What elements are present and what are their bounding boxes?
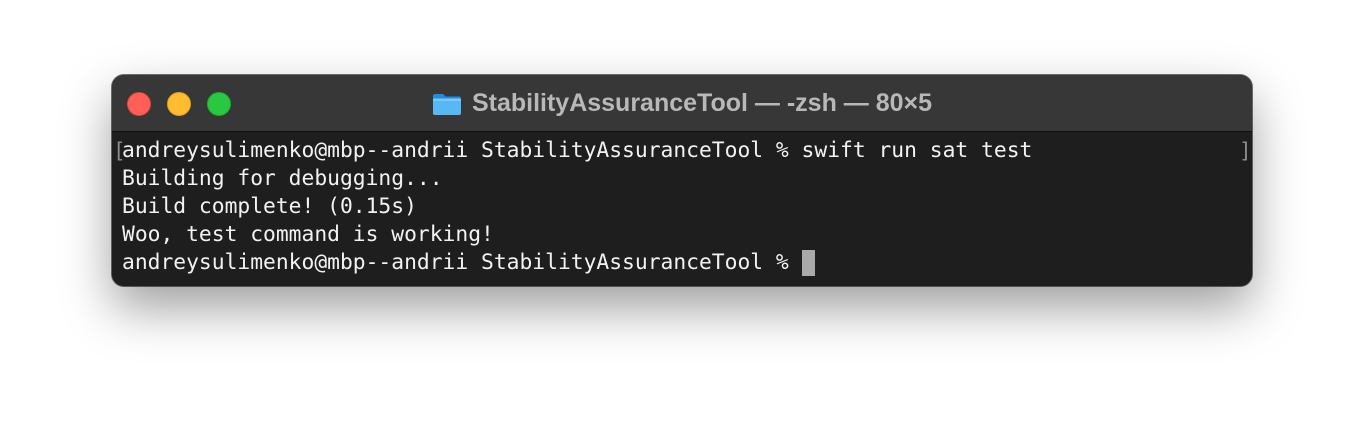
prompt-text: andreysulimenko@mbp--andrii StabilityAss… bbox=[122, 250, 802, 275]
text-cursor bbox=[801, 250, 815, 276]
terminal-output[interactable]: [ ] andreysulimenko@mbp--andrii Stabilit… bbox=[112, 132, 1252, 286]
terminal-window: StabilityAssuranceTool — -zsh — 80×5 [ ]… bbox=[112, 75, 1252, 286]
window-title: StabilityAssuranceTool — -zsh — 80×5 bbox=[471, 89, 933, 117]
desktop-background: StabilityAssuranceTool — -zsh — 80×5 [ ]… bbox=[0, 0, 1364, 434]
folder-icon bbox=[432, 93, 461, 115]
terminal-line: Building for debugging... bbox=[122, 166, 443, 191]
mark-bracket-right: ] bbox=[1239, 139, 1252, 163]
title-bar[interactable]: StabilityAssuranceTool — -zsh — 80×5 bbox=[112, 75, 1252, 132]
terminal-line: andreysulimenko@mbp--andrii StabilityAss… bbox=[122, 138, 1033, 163]
terminal-line: Woo, test command is working! bbox=[122, 222, 494, 247]
terminal-line: Build complete! (0.15s) bbox=[122, 194, 417, 219]
window-title-container: StabilityAssuranceTool — -zsh — 80×5 bbox=[112, 75, 1252, 132]
prompt-line[interactable]: andreysulimenko@mbp--andrii StabilityAss… bbox=[122, 249, 815, 277]
